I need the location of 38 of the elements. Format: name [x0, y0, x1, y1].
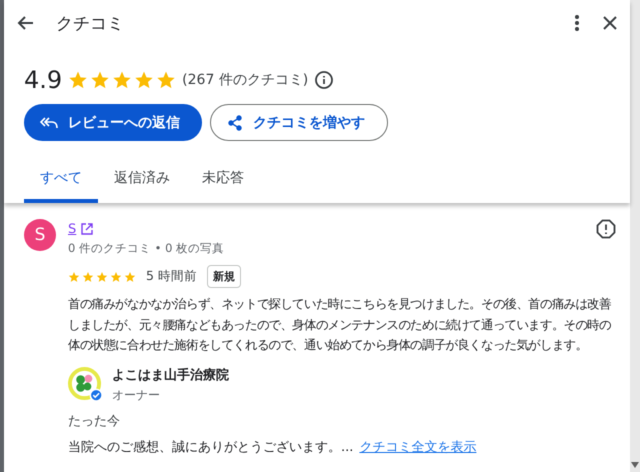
- reply-all-icon: [40, 116, 58, 130]
- scroll-down-icon[interactable]: [631, 462, 639, 468]
- review-time: 5 時間前: [146, 268, 197, 285]
- owner-name: よこはま山手治療院: [112, 366, 229, 384]
- star-icon: [68, 270, 80, 282]
- star-icon: [134, 70, 154, 90]
- report-icon[interactable]: [596, 219, 616, 239]
- star-icon: [156, 70, 176, 90]
- tab[interactable]: すべて: [24, 163, 98, 203]
- star-icon: [96, 270, 108, 282]
- share-button[interactable]: クチコミを増やす: [210, 104, 388, 141]
- star-icon: [110, 270, 122, 282]
- info-icon[interactable]: [314, 70, 334, 90]
- tab[interactable]: 未応答: [186, 163, 260, 203]
- user-avatar: S: [24, 219, 56, 251]
- reply-button[interactable]: レビューへの返信: [24, 104, 202, 141]
- review-text: 首の痛みがなかなか治らず、ネットで探していた時にこちらを見つけました。その後、首の痛みは改善しましたが、元々腰痛などもあったので、身体のメンテナンスのために続けて通っています。その時の体の状態に合わせた施術をしてくれるので、通い始めてから身体の調子が良くなった気がします。: [68, 295, 612, 354]
- star-icon: [124, 270, 136, 282]
- show-full-review-link[interactable]: クチコミ全文を表示: [359, 440, 476, 454]
- star-icon: [82, 270, 94, 282]
- reviewer-stats: 0 件のクチコミ • 0 枚の写真: [68, 241, 226, 256]
- star-icon: [68, 70, 88, 90]
- external-link-icon[interactable]: [81, 223, 94, 235]
- author-link[interactable]: S: [68, 222, 76, 236]
- close-icon[interactable]: [602, 15, 618, 31]
- star-icon: [112, 70, 132, 90]
- owner-role: オーナー: [112, 386, 161, 404]
- reply-text: 当院へのご感想、誠にありがとうございます。...: [68, 440, 354, 454]
- tab[interactable]: 返信済み: [98, 163, 186, 203]
- clover-logo-icon: [68, 367, 103, 402]
- reply-time: たった今: [68, 412, 121, 430]
- more-options-icon[interactable]: [574, 14, 580, 32]
- star-icon: [90, 70, 110, 90]
- review-count: (267 件のクチコミ): [182, 71, 308, 89]
- rating-value: 4.9: [24, 66, 62, 94]
- share-icon: [227, 114, 243, 130]
- new-badge: 新規: [206, 265, 241, 288]
- window-title: クチコミ: [56, 12, 125, 34]
